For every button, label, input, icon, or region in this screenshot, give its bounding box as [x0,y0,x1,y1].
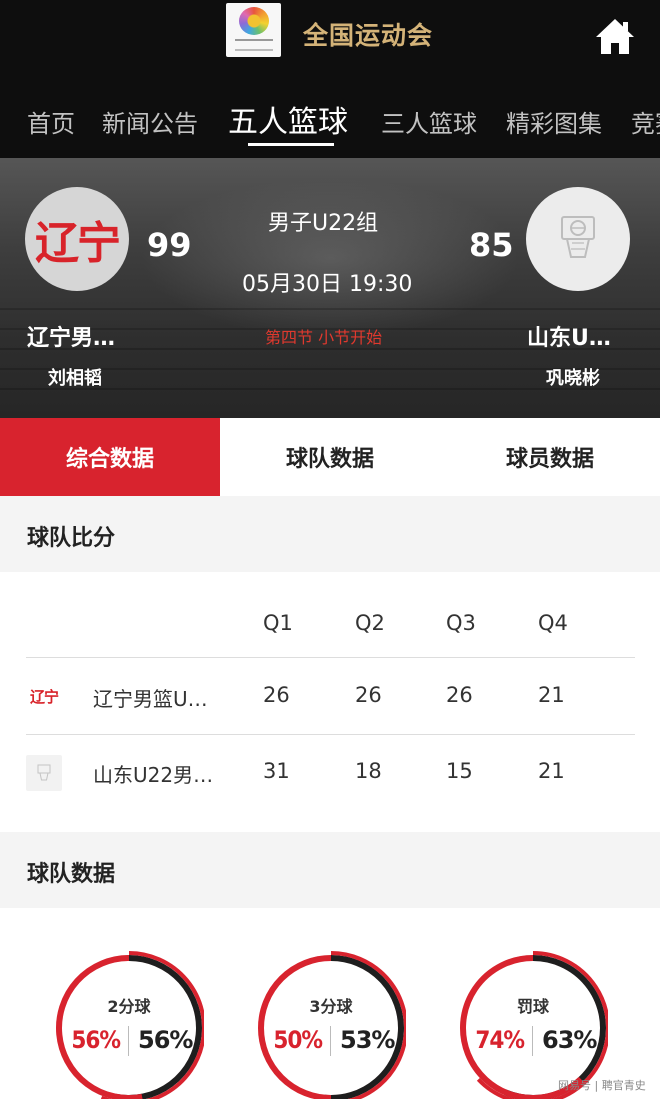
table-cell-q1: 31 [263,759,290,783]
three-point-gauge: 3分球 50% 53% [256,946,406,1099]
table-row-team-name[interactable]: 山东U22男… [93,759,213,788]
gauge-away-pct: 63% [542,1026,597,1054]
row-team-logo-text: 辽宁 [29,687,59,706]
home-team-coach: 刘相韬 [48,368,102,389]
quarter-header-q4: Q4 [538,611,568,635]
score-section-title: 球队比分 [27,526,116,551]
nav-tab-news[interactable]: 新闻公告 [102,104,198,139]
gauge-home-pct: 50% [273,1026,323,1054]
logo-caption-lines [234,39,273,51]
gauge-label: 2分球 [107,997,151,1016]
gauge-ring [258,951,406,1099]
scoreboard: 辽宁 99 男子U22组 05月30日 19:30 第四节 小节开始 85 辽宁… [0,158,660,418]
arena-background [140,178,520,338]
table-cell-q2: 26 [355,683,382,707]
home-team-logo[interactable]: 辽宁 [25,187,129,291]
top-bar: 全国运动会 首页 新闻公告 五人篮球 三人篮球 精彩图集 竞赛 [0,0,660,158]
table-cell-q4: 21 [538,759,565,783]
table-cell-q3: 15 [446,759,473,783]
score-section-header: 球队比分 [0,496,660,572]
team-data-section-header: 球队数据 [0,832,660,908]
gauge-away-pct: 53% [340,1026,395,1054]
gauge-divider [128,1026,129,1056]
away-team-logo[interactable] [526,187,630,291]
table-cell-q3: 26 [446,683,473,707]
row-team-logo: 辽宁 [26,678,62,714]
match-datetime: 05月30日 19:30 [242,272,413,297]
home-team-name: 辽宁男… [27,326,116,351]
table-divider [26,657,635,658]
tab-overall-data[interactable]: 综合数据 [0,418,220,496]
gauge-divider [532,1026,533,1056]
nav-tab-home[interactable]: 首页 [27,104,75,139]
basketball-hoop-icon [37,764,51,781]
arena-seat-row [0,308,660,310]
gauge-home-pct: 56% [71,1026,121,1054]
data-tabs: 综合数据 球队数据 球员数据 [0,418,660,496]
table-cell-q1: 26 [263,683,290,707]
watermark: 网易号 | 聘官青史 [558,1079,646,1092]
quarter-header-q3: Q3 [446,611,476,635]
quarter-header-q1: Q1 [263,611,293,635]
gauge-divider [330,1026,331,1056]
table-cell-q4: 21 [538,683,565,707]
table-cell-q2: 18 [355,759,382,783]
row-team-logo [26,755,62,791]
table-row-team-name[interactable]: 辽宁男篮U… [93,683,208,712]
gauge-home-pct: 74% [475,1026,525,1054]
games-emblem-icon [238,7,269,35]
tab-team-data[interactable]: 球队数据 [220,418,440,496]
two-point-gauge: 2分球 56% 56% [54,946,204,1099]
active-tab-indicator [248,143,334,146]
nav-tab-competition[interactable]: 竞赛 [631,104,660,139]
quarter-header-q2: Q2 [355,611,385,635]
table-divider [26,734,635,735]
team-data-section-title: 球队数据 [27,862,116,887]
home-icon[interactable] [593,14,637,58]
gauge-label: 罚球 [516,997,549,1016]
gauge-label: 3分球 [309,997,353,1016]
away-team-score: 85 [469,226,514,264]
app-title: 全国运动会 [303,21,434,50]
nav-tab-gallery[interactable]: 精彩图集 [506,104,602,139]
match-status: 第四节 小节开始 [265,328,383,347]
games-logo[interactable] [226,3,281,57]
away-team-name: 山东U… [527,326,611,351]
match-group: 男子U22组 [268,211,379,236]
home-team-logo-text: 辽宁 [35,218,121,269]
nav-tab-3x3-basketball[interactable]: 三人篮球 [381,104,477,139]
gauge-ring [56,951,204,1099]
tab-player-data[interactable]: 球员数据 [440,418,660,496]
nav-tab-5x5-basketball[interactable]: 五人篮球 [228,97,348,141]
away-team-coach: 巩晓彬 [546,368,600,389]
home-team-score: 99 [147,226,192,264]
basketball-hoop-icon [561,216,595,258]
gauge-away-pct: 56% [138,1026,193,1054]
